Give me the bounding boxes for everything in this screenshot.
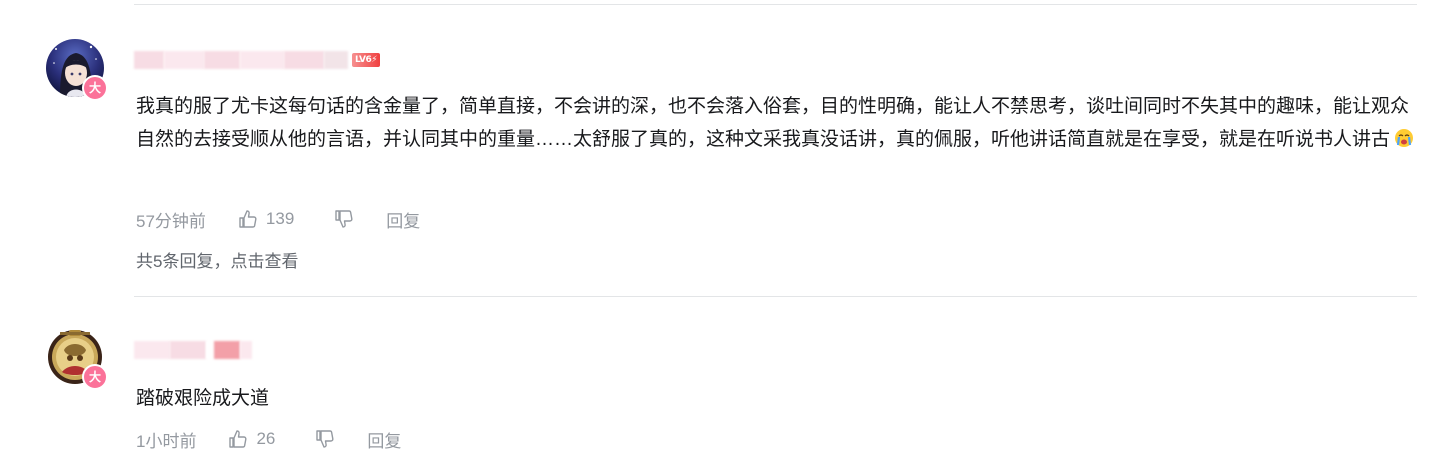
comment-text: 我真的服了尤卡这每句话的含金量了，简单直接，不会讲的深，也不会落入俗套，目的性明… — [136, 90, 1419, 156]
comment-item: 大 LV6⚡ 我真的服了尤卡这每句话的含金量了，简单直接，不会讲的深，也不会落入… — [0, 0, 1447, 296]
like-count: 26 — [256, 429, 276, 448]
thumbs-down-icon — [316, 430, 334, 448]
dislike-button[interactable] — [334, 209, 354, 229]
comment-meta: 1小时前 26 回复 — [136, 427, 401, 452]
crying-face-emoji — [1395, 129, 1414, 147]
thumbs-down-icon — [335, 210, 353, 228]
avatar[interactable]: 大 — [46, 39, 108, 101]
comment-text: 踏破艰险成大道 — [136, 388, 270, 409]
comment-meta: 57分钟前 139 回复 — [136, 207, 420, 232]
avatar[interactable]: 大 — [46, 328, 108, 390]
timestamp: 1小时前 — [136, 431, 197, 451]
comment-item: 大 踏破艰险成大道 1小时前 26 回复 — [0, 296, 1447, 465]
vip-badge: 大 — [82, 75, 108, 101]
view-replies-link[interactable]: 共5条回复，点击查看 — [136, 247, 298, 272]
reply-button[interactable]: 回复 — [367, 427, 401, 452]
like-button[interactable]: 139 — [238, 209, 294, 229]
username[interactable] — [134, 340, 252, 360]
like-count: 139 — [265, 209, 295, 228]
like-button[interactable]: 26 — [228, 429, 275, 449]
username[interactable]: LV6⚡ — [134, 50, 380, 70]
timestamp: 57分钟前 — [136, 211, 206, 231]
vip-badge: 大 — [82, 364, 108, 390]
thumbs-up-icon — [239, 210, 257, 228]
reply-button[interactable]: 回复 — [386, 207, 420, 232]
dislike-button[interactable] — [315, 429, 335, 449]
level-badge: LV6⚡ — [352, 53, 380, 67]
thumbs-up-icon — [229, 430, 247, 448]
